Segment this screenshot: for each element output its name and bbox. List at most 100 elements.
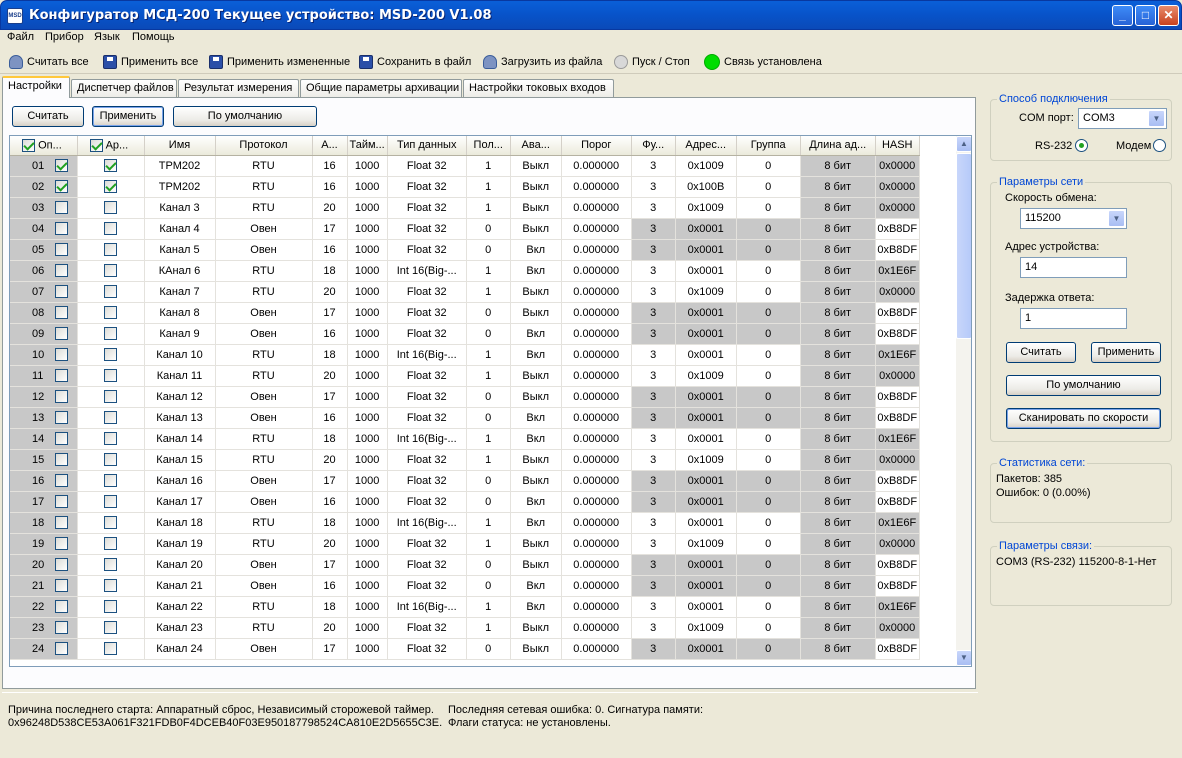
cell-hash[interactable]: 0xB8DF <box>875 218 920 240</box>
cell-pol[interactable]: 0 <box>466 386 511 408</box>
cell-a[interactable]: 20 <box>312 449 348 471</box>
table-row[interactable]: 01 ТРМ202 RTU 16 1000 Float 32 1 Выкл 0.000000 3 0… <box>10 155 920 177</box>
cell-pol[interactable]: 0 <box>466 491 511 513</box>
table-row[interactable]: 06 КАнал 6 RTU 18 1000 Int 16(Big-... 1 Вкл 0.00… <box>10 260 920 282</box>
cell-grp[interactable]: 0 <box>736 512 801 534</box>
cell-t[interactable]: 1000 <box>347 365 388 387</box>
cell-alarm[interactable]: Вкл <box>510 323 562 345</box>
close-button[interactable]: ✕ <box>1158 5 1179 26</box>
cell-pol[interactable]: 1 <box>466 155 511 177</box>
cell-proto[interactable]: Овен <box>215 470 313 492</box>
cell-type[interactable]: Float 32 <box>387 554 467 576</box>
cell-name[interactable]: Канал 10 <box>144 344 216 366</box>
tab-current-inputs[interactable]: Настройки токовых входов <box>463 79 614 98</box>
cell-addr[interactable]: 0x1009 <box>675 197 737 219</box>
cell-addr[interactable]: 0x0001 <box>675 512 737 534</box>
archive-cell[interactable] <box>77 239 145 261</box>
cell-name[interactable]: Канал 15 <box>144 449 216 471</box>
cell-a[interactable]: 17 <box>312 302 348 324</box>
cell-alarm[interactable]: Вкл <box>510 344 562 366</box>
cell-a[interactable]: 16 <box>312 407 348 429</box>
table-row[interactable]: 11 Канал 11 RTU 20 1000 Float 32 1 Выкл 0.000000… <box>10 365 920 387</box>
cell-len[interactable]: 8 бит <box>800 323 876 345</box>
cell-proto[interactable]: Овен <box>215 638 313 660</box>
cell-fn[interactable]: 3 <box>631 197 676 219</box>
row-number-cell[interactable]: 16 <box>10 470 78 492</box>
cell-thr[interactable]: 0.000000 <box>561 344 632 366</box>
archive-cell[interactable] <box>77 281 145 303</box>
cell-addr[interactable]: 0x1009 <box>675 155 737 177</box>
archive-cell[interactable] <box>77 302 145 324</box>
archive-checkbox[interactable] <box>104 600 117 613</box>
enabled-checkbox[interactable] <box>55 242 68 256</box>
row-number-cell[interactable]: 01 <box>10 155 78 177</box>
row-number-cell[interactable]: 17 <box>10 491 78 513</box>
cell-addr[interactable]: 0x0001 <box>675 260 737 282</box>
row-number-cell[interactable]: 11 <box>10 365 78 387</box>
cell-a[interactable]: 18 <box>312 344 348 366</box>
cell-t[interactable]: 1000 <box>347 197 388 219</box>
cell-t[interactable]: 1000 <box>347 323 388 345</box>
cell-proto[interactable]: RTU <box>215 533 313 555</box>
cell-name[interactable]: Канал 12 <box>144 386 216 408</box>
cell-thr[interactable]: 0.000000 <box>561 239 632 261</box>
cell-fn[interactable]: 3 <box>631 470 676 492</box>
archive-cell[interactable] <box>77 533 145 555</box>
archive-checkbox[interactable] <box>104 474 117 487</box>
enabled-checkbox[interactable] <box>55 599 68 613</box>
cell-a[interactable]: 18 <box>312 596 348 618</box>
cell-type[interactable]: Float 32 <box>387 575 467 597</box>
cell-proto[interactable]: Овен <box>215 386 313 408</box>
cell-name[interactable]: Канал 22 <box>144 596 216 618</box>
chevron-down-icon[interactable]: ▼ <box>1148 110 1165 127</box>
cell-type[interactable]: Int 16(Big-... <box>387 512 467 534</box>
cell-t[interactable]: 1000 <box>347 239 388 261</box>
cell-addr[interactable]: 0x0001 <box>675 470 737 492</box>
enabled-checkbox[interactable] <box>55 536 68 550</box>
cell-alarm[interactable]: Вкл <box>510 239 562 261</box>
cell-a[interactable]: 16 <box>312 155 348 177</box>
cell-thr[interactable]: 0.000000 <box>561 302 632 324</box>
table-row[interactable]: 07 Канал 7 RTU 20 1000 Float 32 1 Выкл 0.000000 3… <box>10 281 920 303</box>
archive-checkbox[interactable] <box>104 390 117 403</box>
cell-type[interactable]: Float 32 <box>387 302 467 324</box>
cell-proto[interactable]: RTU <box>215 449 313 471</box>
cell-thr[interactable]: 0.000000 <box>561 512 632 534</box>
cell-type[interactable]: Float 32 <box>387 323 467 345</box>
cell-grp[interactable]: 0 <box>736 344 801 366</box>
cell-t[interactable]: 1000 <box>347 260 388 282</box>
cell-hash[interactable]: 0x0000 <box>875 617 920 639</box>
cell-t[interactable]: 1000 <box>347 491 388 513</box>
apply-button[interactable]: Применить <box>92 106 164 127</box>
rs232-radio[interactable] <box>1075 139 1088 152</box>
cell-t[interactable]: 1000 <box>347 407 388 429</box>
row-number-cell[interactable]: 06 <box>10 260 78 282</box>
cell-t[interactable]: 1000 <box>347 386 388 408</box>
enabled-checkbox[interactable] <box>55 431 68 445</box>
cell-addr[interactable]: 0x0001 <box>675 386 737 408</box>
minimize-button[interactable]: _ <box>1112 5 1133 26</box>
cell-grp[interactable]: 0 <box>736 365 801 387</box>
table-row[interactable]: 13 Канал 13 Овен 16 1000 Float 32 0 Вкл 0.000000… <box>10 407 920 429</box>
cell-a[interactable]: 17 <box>312 638 348 660</box>
cell-addr[interactable]: 0x1009 <box>675 281 737 303</box>
cell-grp[interactable]: 0 <box>736 638 801 660</box>
cell-pol[interactable]: 0 <box>466 638 511 660</box>
archive-checkbox[interactable] <box>104 159 117 172</box>
archive-cell[interactable] <box>77 386 145 408</box>
horizontal-scrollbar[interactable]: ◀ ||| ▶ <box>10 666 956 667</box>
cell-grp[interactable]: 0 <box>736 281 801 303</box>
cell-grp[interactable]: 0 <box>736 386 801 408</box>
cell-addr[interactable]: 0x1009 <box>675 365 737 387</box>
cell-addr[interactable]: 0x0001 <box>675 491 737 513</box>
cell-proto[interactable]: RTU <box>215 428 313 450</box>
scroll-right-icon[interactable]: ▶ <box>940 666 956 667</box>
cell-fn[interactable]: 3 <box>631 638 676 660</box>
cell-len[interactable]: 8 бит <box>800 428 876 450</box>
cell-len[interactable]: 8 бит <box>800 302 876 324</box>
cell-pol[interactable]: 1 <box>466 428 511 450</box>
cell-type[interactable]: Float 32 <box>387 218 467 240</box>
cell-pol[interactable]: 0 <box>466 554 511 576</box>
select-all-enabled-checkbox[interactable] <box>22 138 35 152</box>
network-apply-button[interactable]: Применить <box>1091 342 1161 363</box>
